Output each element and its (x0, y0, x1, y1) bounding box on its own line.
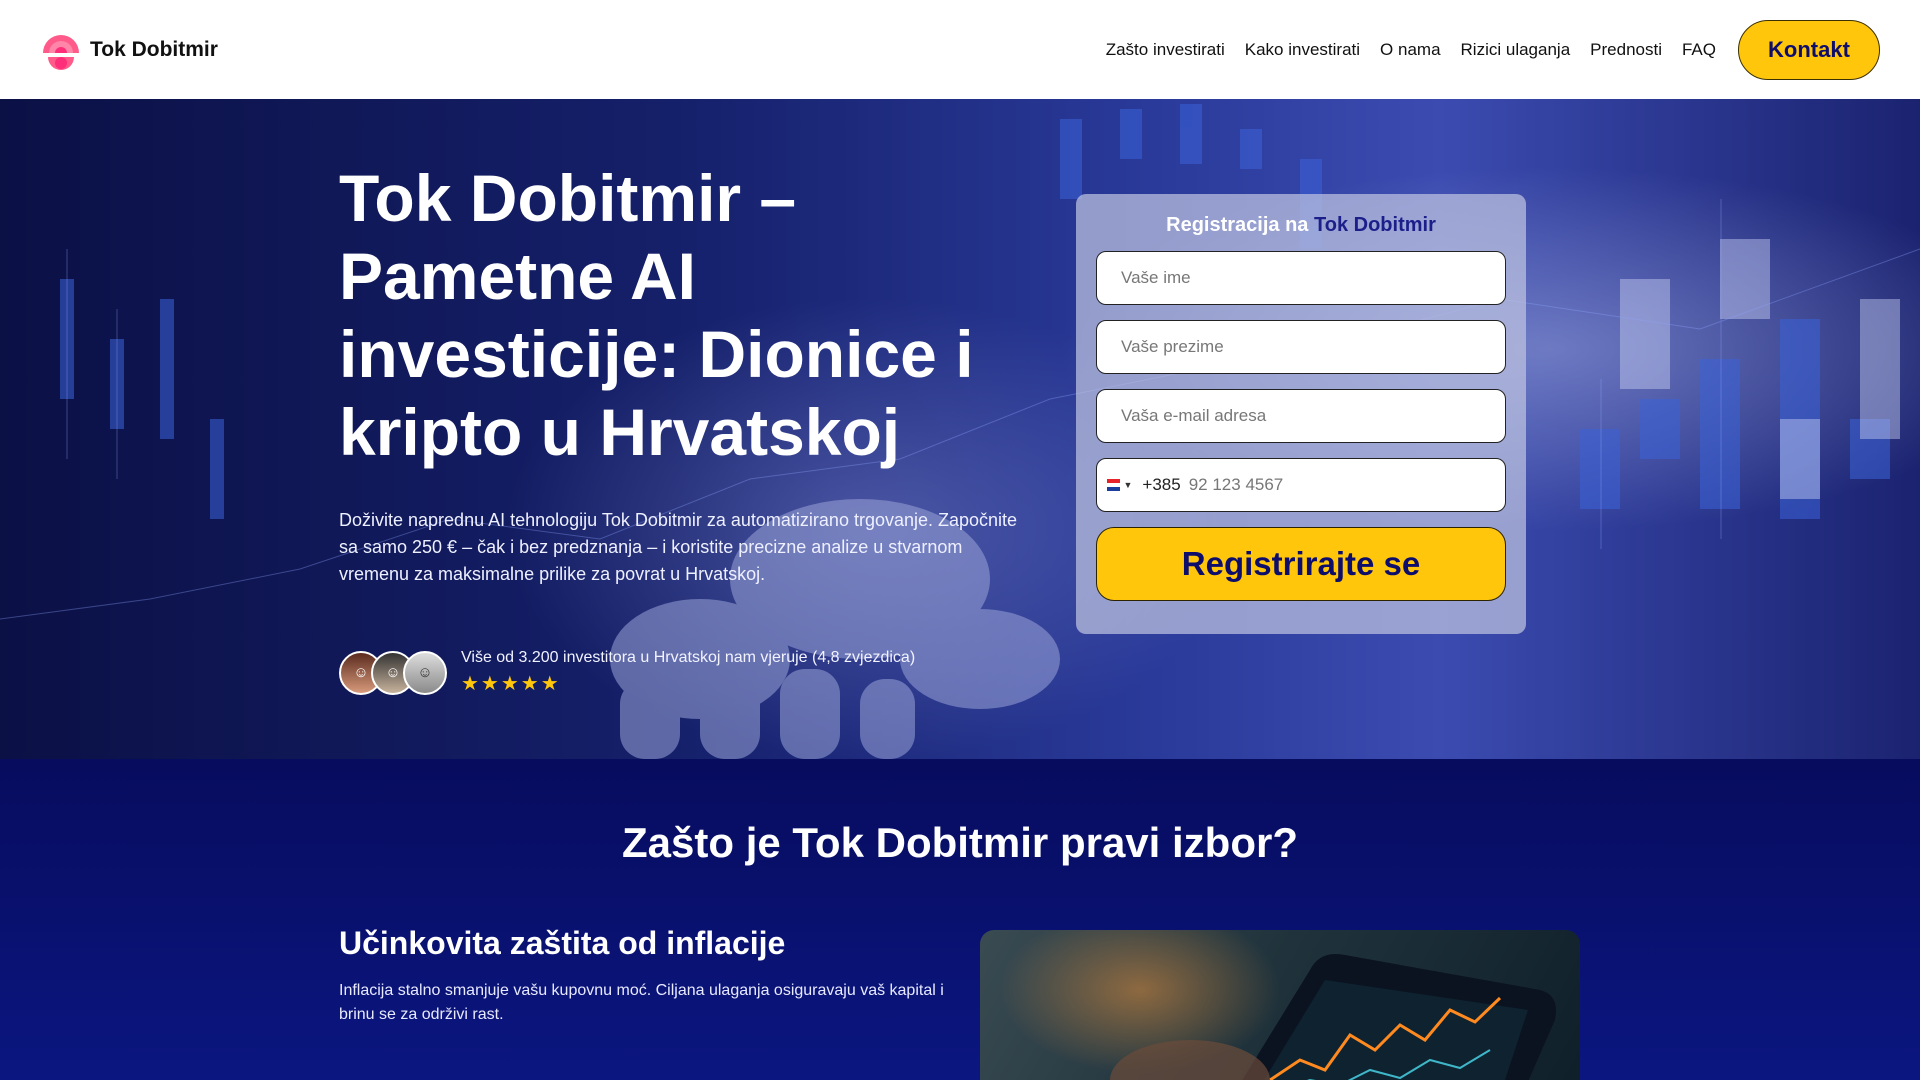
feature-text: Inflacija stalno smanjuje vašu kupovnu m… (339, 982, 944, 1023)
social-proof-text: Više od 3.200 investitora u Hrvatskoj na… (461, 649, 916, 666)
email-input[interactable] (1121, 406, 1481, 426)
contact-button[interactable]: Kontakt (1738, 19, 1880, 80)
social-proof-text-block: Više od 3.200 investitora u Hrvatskoj na… (443, 649, 915, 696)
last-name-input[interactable] (1121, 337, 1481, 357)
form-title-brand: Tok Dobitmir (1314, 214, 1436, 236)
croatia-flag-icon[interactable] (1107, 479, 1120, 491)
feature-title: Učinkovita zaštita od inflacije (339, 925, 786, 961)
nav-link-why-invest[interactable]: Zašto investirati (1106, 40, 1225, 60)
phone-field-wrapper: ▼ +385 (1096, 458, 1506, 512)
form-title-prefix: Registracija na (1166, 214, 1309, 236)
phone-country-code: +385 (1142, 475, 1181, 494)
nav-link-how-invest[interactable]: Kako investirati (1245, 40, 1360, 60)
email-field-wrapper (1096, 389, 1506, 443)
last-name-field-wrapper (1096, 320, 1506, 374)
first-name-field-wrapper (1096, 251, 1506, 305)
nav-link-advantages[interactable]: Prednosti (1590, 40, 1662, 60)
first-name-input[interactable] (1121, 268, 1481, 288)
brand[interactable]: Tok Dobitmir (40, 29, 218, 71)
nav-link-risks[interactable]: Rizici ulaganja (1461, 40, 1571, 60)
hero-section: Tok Dobitmir – Pametne AI investicije: D… (0, 99, 1920, 759)
nav-link-about[interactable]: O nama (1380, 40, 1440, 60)
phone-chart-image (980, 930, 1580, 1080)
hero-title: Tok Dobitmir – Pametne AI investicije: D… (339, 161, 974, 469)
investor-avatars: ☺ ☺ ☺ (339, 650, 447, 695)
phone-input[interactable] (1188, 475, 1481, 495)
form-title: Registracija na Tok Dobitmir (1096, 214, 1506, 237)
rating-stars-icon: ★★★★★ (461, 673, 561, 695)
brand-name: Tok Dobitmir (90, 37, 218, 61)
section-title: Zašto je Tok Dobitmir pravi izbor? (622, 819, 1298, 866)
social-proof: ☺ ☺ ☺ Više od 3.200 investitora u Hrvats… (339, 649, 915, 696)
chevron-down-icon[interactable]: ▼ (1124, 480, 1133, 490)
main-nav: Zašto investirati Kako investirati O nam… (1106, 19, 1880, 80)
site-header: Tok Dobitmir Zašto investirati Kako inve… (0, 0, 1920, 99)
why-section: Zašto je Tok Dobitmir pravi izbor? Učink… (0, 759, 1920, 1080)
avatar: ☺ (403, 650, 447, 695)
nav-link-faq[interactable]: FAQ (1682, 40, 1716, 60)
logo-icon (40, 29, 82, 71)
registration-form: Registracija na Tok Dobitmir ▼ +385 Regi… (1076, 194, 1526, 634)
register-button[interactable]: Registrirajte se (1096, 527, 1506, 601)
hero-description: Doživite naprednu AI tehnologiju Tok Dob… (339, 510, 1018, 584)
